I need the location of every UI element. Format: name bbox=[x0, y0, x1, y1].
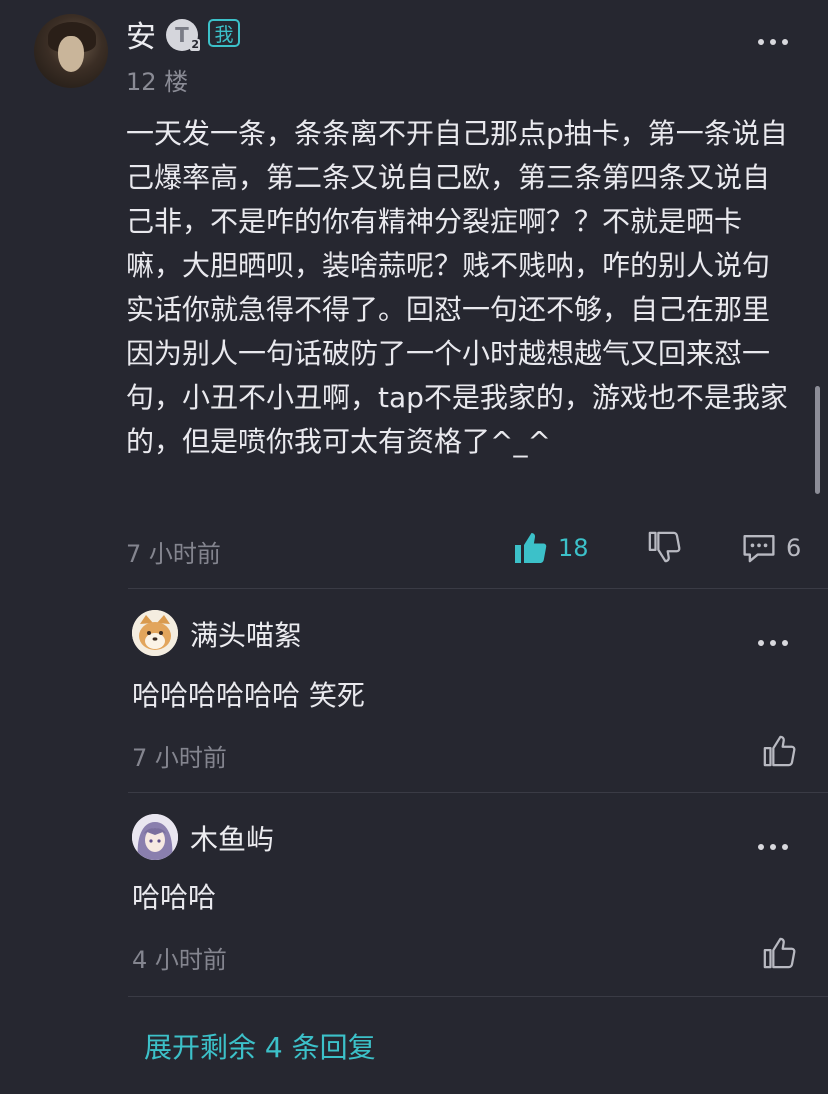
post-content: 一天发一条，条条离不开自己那点p抽卡，第一条说自己爆率高，第二条又说自己欧，第三… bbox=[126, 117, 788, 458]
reply-content: 哈哈哈哈哈哈 笑死 bbox=[132, 679, 365, 712]
shiba-avatar-icon bbox=[132, 610, 178, 656]
divider bbox=[128, 996, 828, 997]
floor-number: 12 楼 bbox=[126, 68, 189, 96]
reply-author-name[interactable]: 木鱼屿 bbox=[190, 818, 274, 858]
more-dots-icon bbox=[758, 39, 764, 45]
expand-replies-link[interactable]: 展开剩余 4 条回复 bbox=[144, 1026, 376, 1066]
level-badge-letter: T bbox=[175, 23, 189, 47]
post-author-avatar[interactable] bbox=[34, 14, 108, 88]
reply-time: 4 小时前 bbox=[132, 946, 227, 974]
thumbs-up-icon bbox=[515, 533, 547, 563]
anime-girl-avatar-icon bbox=[132, 814, 178, 860]
reply-avatar[interactable] bbox=[132, 814, 178, 860]
scrollbar[interactable] bbox=[815, 386, 820, 494]
divider bbox=[128, 588, 828, 589]
comment-icon bbox=[743, 535, 775, 563]
thumbs-down-icon bbox=[648, 531, 681, 563]
reply-content: 哈哈哈 bbox=[132, 881, 217, 914]
level-badge-number: 2 bbox=[190, 38, 200, 51]
comment-button[interactable] bbox=[742, 532, 778, 564]
me-badge: 我 bbox=[208, 19, 240, 47]
reply-avatar[interactable] bbox=[132, 610, 178, 656]
more-dots-icon bbox=[758, 844, 764, 850]
thumbs-up-icon bbox=[763, 735, 796, 767]
more-dots-icon bbox=[758, 640, 764, 646]
reply-author-name[interactable]: 满头喵絮 bbox=[190, 614, 302, 654]
reply-more-button[interactable] bbox=[758, 843, 788, 851]
like-count: 18 bbox=[558, 534, 589, 562]
post-time: 7 小时前 bbox=[126, 540, 221, 568]
reply-like-button[interactable] bbox=[762, 734, 796, 768]
reply-time: 7 小时前 bbox=[132, 744, 227, 772]
reply-more-button[interactable] bbox=[758, 639, 788, 647]
thumbs-up-icon bbox=[763, 937, 796, 969]
reply-count: 6 bbox=[786, 534, 802, 562]
divider bbox=[128, 792, 828, 793]
dislike-button[interactable] bbox=[647, 530, 683, 566]
like-button[interactable] bbox=[512, 530, 548, 566]
post-author-name[interactable]: 安 bbox=[126, 12, 156, 56]
post-more-button[interactable] bbox=[758, 38, 788, 46]
level-badge: T 2 bbox=[166, 19, 200, 51]
reply-like-button[interactable] bbox=[762, 936, 796, 970]
